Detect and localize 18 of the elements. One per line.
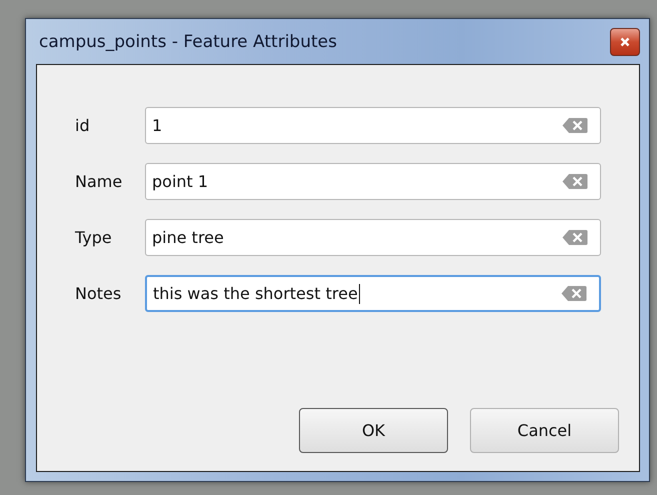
text-field[interactable]: 1 — [145, 107, 601, 144]
dialog-button[interactable]: OK — [299, 408, 448, 453]
close-icon — [620, 36, 630, 46]
clear-icon[interactable] — [561, 285, 587, 302]
field-label: Name — [75, 172, 124, 191]
text-field[interactable]: pine tree — [145, 219, 601, 256]
text-cursor — [358, 284, 360, 304]
text-field[interactable]: point 1 — [145, 163, 601, 200]
clear-icon[interactable] — [562, 117, 588, 134]
clear-icon[interactable] — [562, 229, 588, 246]
text-field[interactable]: this was the shortest tree — [145, 275, 601, 312]
field-label: id — [75, 116, 91, 135]
field-label: Notes — [75, 284, 122, 303]
field-label: Type — [75, 228, 113, 247]
dialog-button[interactable]: Cancel — [470, 408, 619, 453]
window-title: campus_points - Feature Attributes — [38, 32, 337, 52]
close-button[interactable] — [610, 28, 640, 56]
clear-icon[interactable] — [562, 173, 588, 190]
